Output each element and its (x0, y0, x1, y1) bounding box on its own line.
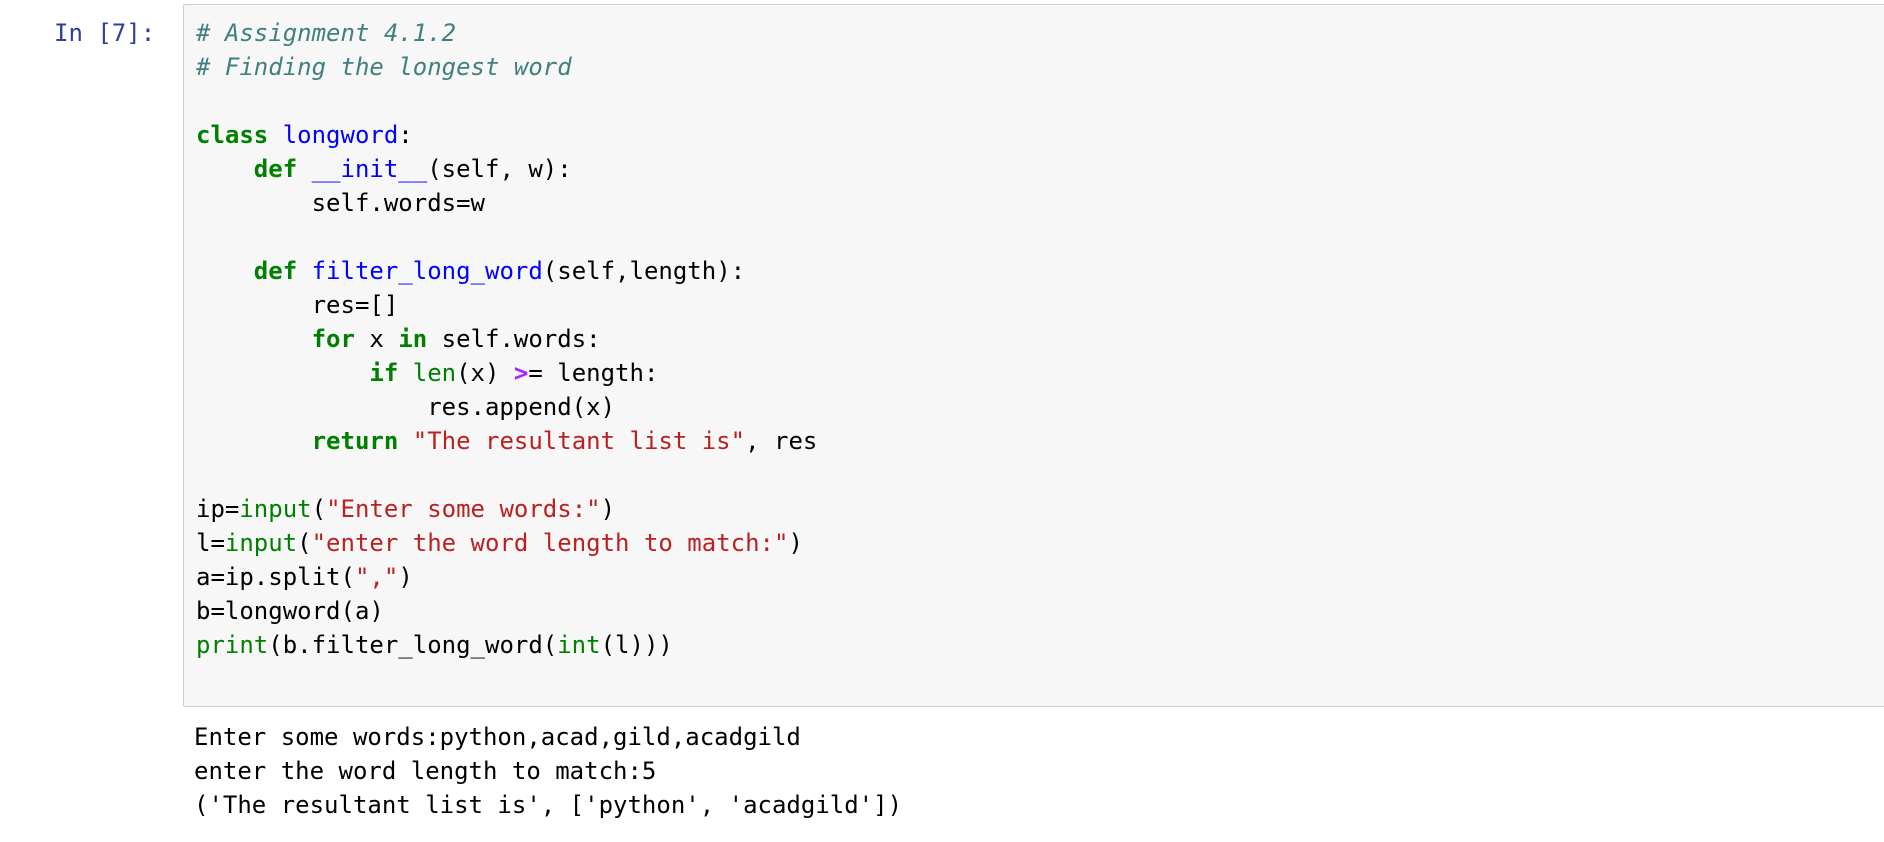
code-text: ( (297, 529, 312, 557)
code-line-8: def filter_long_word(self,length): (196, 254, 817, 288)
code-line-2: # Finding the longest word (196, 50, 817, 84)
input-prompt: In [7]: (54, 19, 156, 47)
string-literal: "The resultant list is" (412, 427, 746, 455)
string-literal: "," (354, 563, 399, 591)
code-text: ( (311, 495, 327, 523)
builtin-name: input (224, 529, 298, 557)
class-name: longword (282, 121, 399, 149)
code-line-17: a=ip.split(",") (196, 560, 817, 594)
code-text: ) (788, 529, 803, 557)
operator: > (513, 359, 529, 387)
code-line-18: b=longword(a) (196, 594, 817, 628)
code-line-13: return "The resultant list is", res (196, 424, 818, 458)
code-text: a=ip.split( (196, 563, 355, 591)
code-line-1: # Assignment 4.1.2 (196, 16, 817, 50)
keyword: in (398, 325, 428, 353)
code-line-5: def __init__(self, w): (196, 152, 817, 186)
code-text: : (398, 121, 413, 149)
code-line-4: class longword: (196, 118, 817, 152)
keyword: if (369, 359, 399, 387)
code-text: l= (196, 529, 225, 557)
builtin-name: len (412, 359, 457, 387)
keyword: def (253, 257, 298, 285)
string-literal: "Enter some words:" (326, 495, 601, 523)
function-name: __init__ (311, 155, 428, 183)
function-name: filter_long_word (311, 257, 543, 285)
code-text: ) (398, 563, 413, 591)
code-line-9: res=[] (196, 288, 817, 322)
keyword: return (311, 427, 399, 455)
keyword: for (311, 325, 355, 353)
code-text: (x) (456, 359, 514, 387)
code-comment: # Assignment 4.1.2 (196, 19, 457, 47)
code-text: b=longword(a) (196, 597, 384, 625)
code-text: (b.filter_long_word( (268, 631, 558, 659)
cell-output: Enter some words:python,acad,gild,acadgi… (194, 720, 902, 822)
builtin-name: input (239, 495, 312, 523)
output-line: enter the word length to match:5 (194, 757, 657, 785)
output-line: Enter some words:python,acad,gild,acadgi… (194, 723, 801, 751)
notebook-cell: In [7]: # Assignment 4.1.2 # Finding the … (0, 0, 1884, 842)
code-editor[interactable]: # Assignment 4.1.2 # Finding the longest … (196, 16, 817, 662)
code-text: self.words=w (311, 189, 485, 217)
code-text: x (354, 325, 399, 353)
code-text: (self, w): (427, 155, 572, 183)
code-text: self.words: (427, 325, 601, 353)
keyword: class (196, 121, 269, 149)
output-line: ('The resultant list is', ['python', 'ac… (194, 791, 903, 819)
code-line-15: ip=input("Enter some words:") (196, 492, 817, 526)
code-text: = length: (528, 359, 659, 387)
builtin-name: int (557, 631, 601, 659)
code-line-12: res.append(x) (196, 390, 817, 424)
code-text: res=[] (311, 291, 399, 319)
code-line-6: self.words=w (196, 186, 817, 220)
code-text: (self,length): (542, 257, 746, 285)
code-comment: # Finding the longest word (196, 53, 572, 81)
code-text: , res (745, 427, 818, 455)
code-line-10: for x in self.words: (196, 322, 817, 356)
code-line-16: l=input("enter the word length to match:… (196, 526, 817, 560)
keyword: def (253, 155, 298, 183)
code-line-11: if len(x) >= length: (196, 356, 817, 390)
builtin-name: print (196, 631, 269, 659)
code-text: res.append(x) (427, 393, 616, 421)
code-text: (l))) (600, 631, 673, 659)
code-line-19: print(b.filter_long_word(int(l))) (196, 628, 817, 662)
code-text: ip= (196, 495, 240, 523)
code-text: ) (600, 495, 616, 523)
string-literal: "enter the word length to match:" (311, 529, 789, 557)
